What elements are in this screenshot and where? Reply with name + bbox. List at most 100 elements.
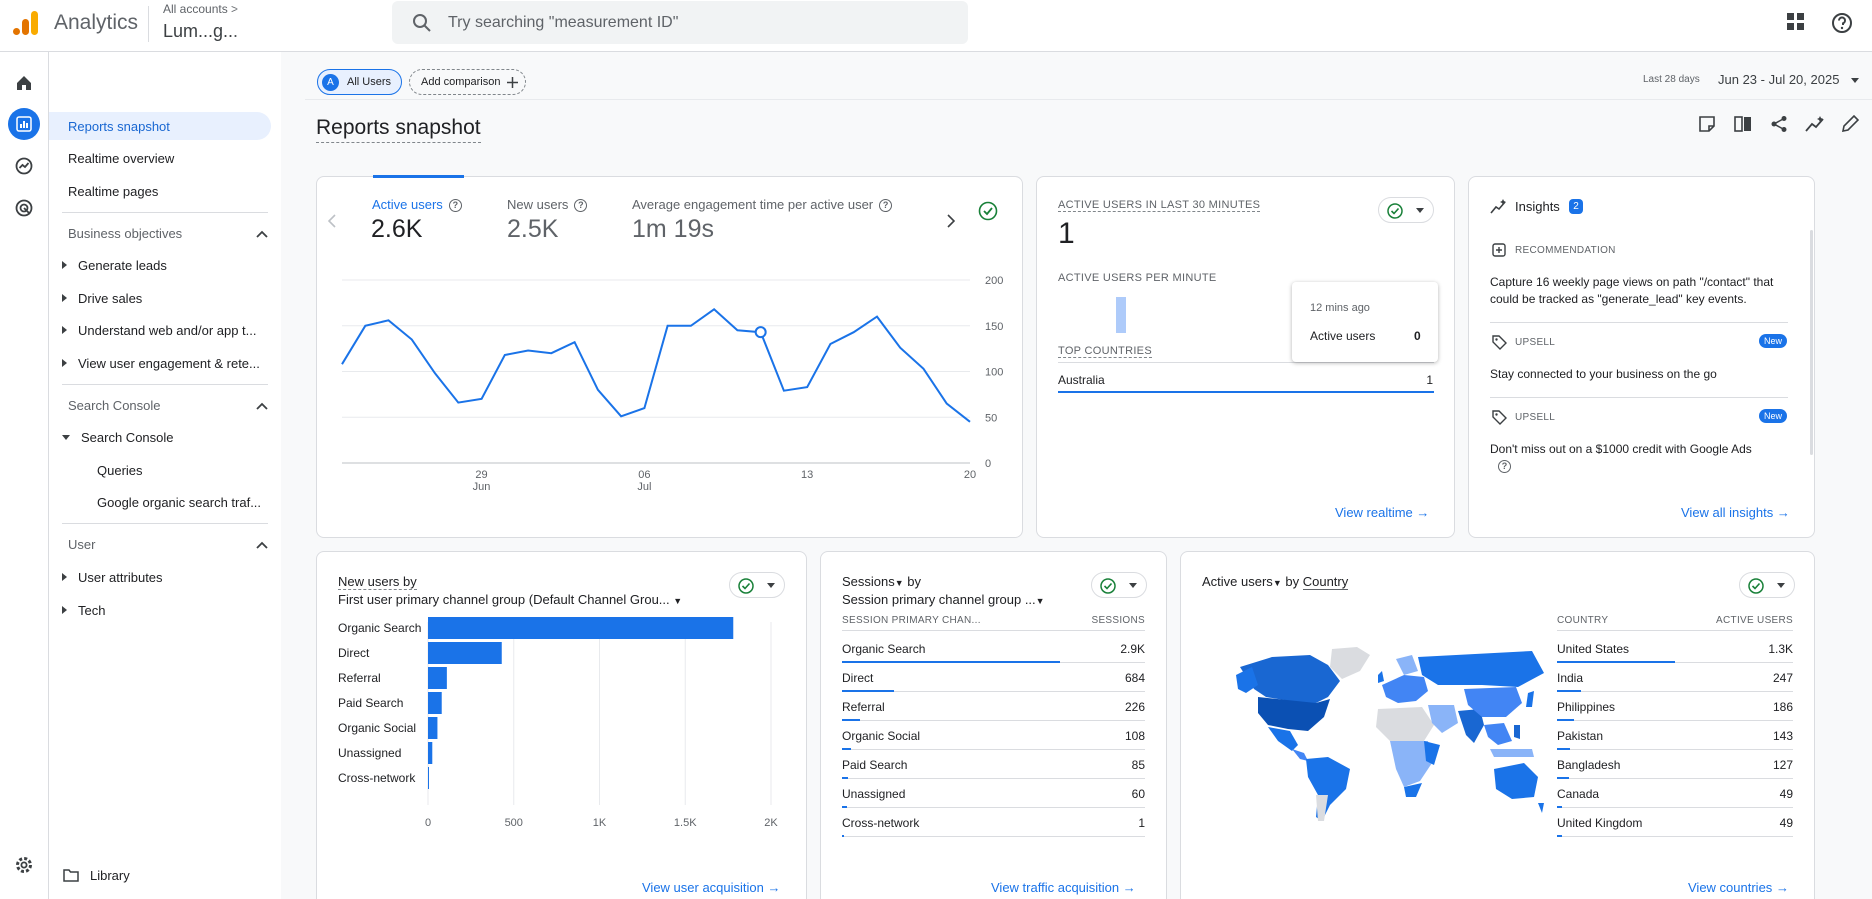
account-picker[interactable]: Lum...g... bbox=[163, 21, 238, 42]
map-usa[interactable] bbox=[1258, 697, 1330, 731]
map-southeast-asia[interactable] bbox=[1484, 723, 1512, 745]
scrollbar[interactable] bbox=[1810, 230, 1813, 455]
map-mexico[interactable] bbox=[1268, 727, 1298, 751]
nav-google-organic[interactable]: Google organic search traf... bbox=[97, 488, 261, 516]
advertising-button[interactable] bbox=[8, 192, 40, 224]
nav-view-engagement[interactable]: View user engagement & rete... bbox=[62, 349, 260, 377]
upsell-text[interactable]: Stay connected to your business on the g… bbox=[1490, 366, 1800, 383]
map-central-america[interactable] bbox=[1292, 749, 1308, 761]
insights-sparkle-icon[interactable] bbox=[1805, 115, 1825, 133]
map-greenland[interactable] bbox=[1330, 647, 1370, 679]
table-row-label[interactable]: United States bbox=[1557, 642, 1629, 656]
bar[interactable] bbox=[428, 767, 429, 789]
nav-section-user[interactable]: User bbox=[68, 537, 268, 552]
data-point[interactable] bbox=[688, 323, 694, 329]
map-uk[interactable] bbox=[1378, 671, 1384, 683]
help-circle-icon[interactable]: ? bbox=[879, 199, 893, 213]
nav-drive-sales[interactable]: Drive sales bbox=[62, 284, 142, 312]
table-row-label[interactable]: Cross-network bbox=[842, 816, 919, 830]
view-traffic-acquisition-link[interactable]: View traffic acquisition → bbox=[991, 880, 1136, 895]
help-circle-icon[interactable]: ? bbox=[574, 199, 588, 213]
table-row-label[interactable]: Paid Search bbox=[842, 758, 907, 772]
data-point[interactable] bbox=[944, 401, 950, 407]
bar[interactable] bbox=[428, 667, 447, 689]
data-point[interactable] bbox=[967, 419, 973, 425]
bar[interactable] bbox=[428, 717, 438, 739]
map-australia[interactable] bbox=[1494, 763, 1538, 799]
table-row-label[interactable]: Unassigned bbox=[842, 787, 905, 801]
data-point[interactable] bbox=[386, 317, 392, 323]
help-icon[interactable] bbox=[1831, 12, 1853, 34]
upsell-text[interactable]: Don't miss out on a $1000 credit with Go… bbox=[1490, 441, 1800, 458]
help-circle-icon[interactable]: ? bbox=[448, 199, 462, 213]
column-header[interactable]: SESSION PRIMARY CHAN... bbox=[842, 615, 981, 626]
search-bar[interactable]: Try searching "measurement ID" bbox=[392, 1, 968, 44]
map-europe[interactable] bbox=[1382, 675, 1428, 703]
map-scandinavia[interactable] bbox=[1396, 655, 1418, 675]
table-row-label[interactable]: United Kingdom bbox=[1557, 816, 1642, 830]
card-status-dropdown[interactable] bbox=[729, 572, 785, 598]
reports-button[interactable] bbox=[8, 108, 40, 140]
column-header[interactable]: SESSIONS bbox=[1088, 615, 1145, 626]
bar[interactable] bbox=[428, 742, 433, 764]
bar[interactable] bbox=[428, 642, 502, 664]
nav-section-business-objectives[interactable]: Business objectives bbox=[68, 226, 268, 241]
table-row-label[interactable]: Philippines bbox=[1557, 700, 1615, 714]
dimension-picker[interactable]: First user primary channel group (Defaul… bbox=[338, 592, 682, 607]
map-middle-east[interactable] bbox=[1428, 705, 1458, 733]
check-circle-icon[interactable] bbox=[978, 201, 998, 221]
tab-new-users[interactable]: New users? bbox=[507, 197, 588, 213]
view-countries-link[interactable]: View countries → bbox=[1688, 880, 1789, 895]
data-point[interactable] bbox=[548, 350, 554, 356]
map-south-america[interactable] bbox=[1306, 757, 1350, 821]
table-row-label[interactable]: Organic Search bbox=[842, 642, 925, 656]
data-point[interactable] bbox=[432, 370, 438, 376]
data-point[interactable] bbox=[641, 405, 647, 411]
card-title[interactable]: Sessions▼ by bbox=[842, 574, 921, 589]
data-point[interactable] bbox=[455, 400, 461, 406]
dimension-picker[interactable]: Session primary channel group ...▼ bbox=[842, 592, 1045, 607]
map-russia[interactable] bbox=[1418, 651, 1544, 687]
view-user-acquisition-link[interactable]: View user acquisition → bbox=[642, 880, 781, 895]
table-row-label[interactable]: Canada bbox=[1557, 787, 1599, 801]
nav-queries[interactable]: Queries bbox=[97, 456, 143, 484]
chevron-right-icon[interactable] bbox=[947, 214, 955, 228]
view-all-insights-link[interactable]: View all insights → bbox=[1681, 505, 1790, 520]
nav-user-attributes[interactable]: User attributes bbox=[62, 563, 163, 591]
data-point[interactable] bbox=[409, 336, 415, 342]
data-point[interactable] bbox=[851, 329, 857, 335]
table-row-label[interactable]: Direct bbox=[842, 671, 873, 685]
data-point[interactable] bbox=[734, 327, 740, 333]
data-point[interactable] bbox=[595, 387, 601, 393]
data-point[interactable] bbox=[362, 323, 368, 329]
nav-understand-web[interactable]: Understand web and/or app t... bbox=[62, 316, 257, 344]
apps-grid-icon[interactable] bbox=[1787, 13, 1805, 31]
nav-search-console[interactable]: Search Console bbox=[62, 423, 174, 451]
data-point[interactable] bbox=[525, 347, 531, 353]
help-circle-icon[interactable]: ? bbox=[1498, 460, 1511, 473]
add-comparison-button[interactable]: Add comparison bbox=[409, 69, 526, 95]
nav-generate-leads[interactable]: Generate leads bbox=[62, 251, 167, 279]
nav-realtime-overview[interactable]: Realtime overview bbox=[68, 144, 174, 172]
table-row-label[interactable]: Pakistan bbox=[1557, 729, 1603, 743]
nav-reports-snapshot[interactable]: Reports snapshot bbox=[49, 112, 271, 140]
data-point[interactable] bbox=[781, 388, 787, 394]
column-header[interactable]: COUNTRY bbox=[1557, 615, 1608, 626]
map-japan[interactable] bbox=[1526, 691, 1534, 707]
home-button[interactable] bbox=[8, 67, 40, 99]
nav-tech[interactable]: Tech bbox=[62, 596, 105, 624]
data-point[interactable] bbox=[827, 341, 833, 347]
data-point[interactable] bbox=[618, 413, 624, 419]
compare-icon[interactable] bbox=[1734, 115, 1752, 133]
data-point[interactable] bbox=[572, 339, 578, 345]
analytics-logo-icon[interactable] bbox=[12, 8, 42, 38]
recommendation-text[interactable]: Capture 16 weekly page views on path "/c… bbox=[1490, 274, 1800, 308]
world-map[interactable] bbox=[1232, 645, 1547, 825]
date-range-picker[interactable]: Jun 23 - Jul 20, 2025 bbox=[1718, 72, 1839, 87]
column-header[interactable]: ACTIVE USERS bbox=[1685, 615, 1793, 626]
dropdown-arrow-icon[interactable] bbox=[1851, 78, 1859, 83]
bar[interactable] bbox=[428, 617, 734, 639]
all-users-chip[interactable]: A All Users bbox=[317, 69, 402, 95]
bar[interactable] bbox=[428, 692, 442, 714]
tab-engagement-time[interactable]: Average engagement time per active user? bbox=[632, 197, 893, 213]
